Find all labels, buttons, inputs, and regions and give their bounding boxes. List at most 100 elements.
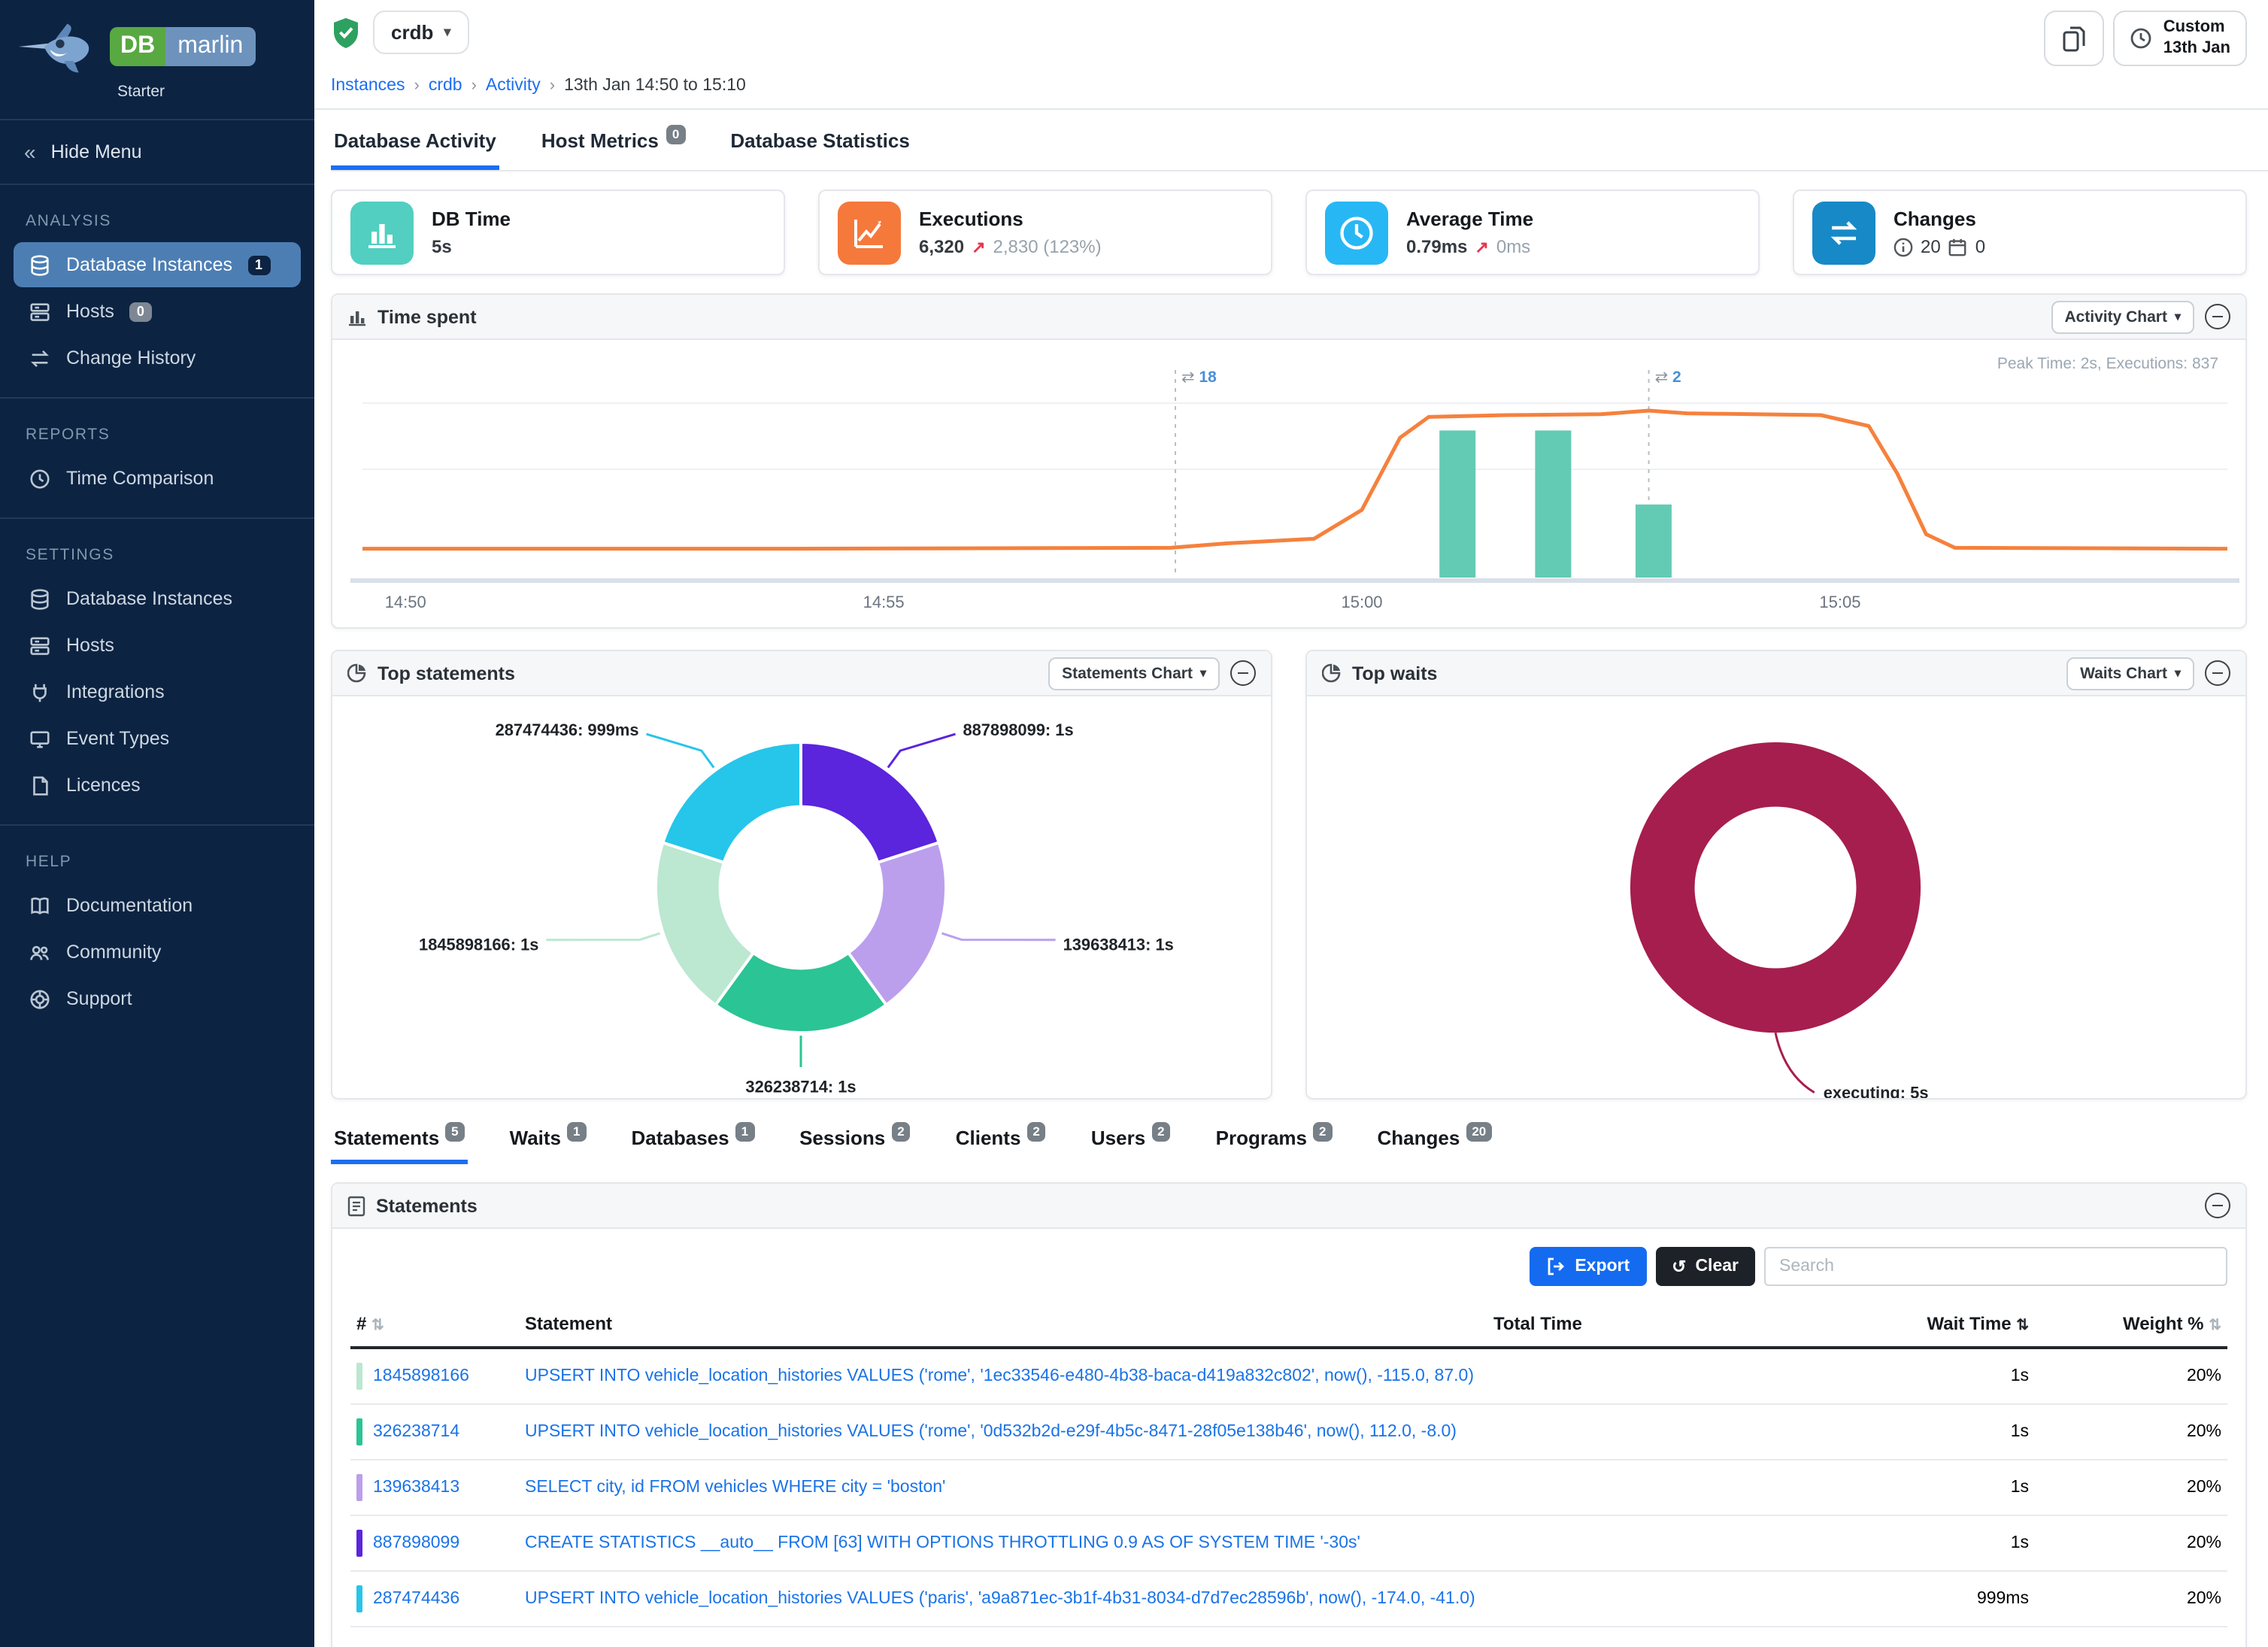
kpi-card-db-time[interactable]: DB Time 5s: [331, 190, 785, 275]
detail-tab-databases[interactable]: Databases 1: [629, 1124, 758, 1164]
tab-database-activity[interactable]: Database Activity: [331, 125, 499, 170]
sidebar-item-documentation[interactable]: Documentation: [14, 883, 301, 928]
people-icon: [27, 940, 51, 964]
statements-title: Statements: [376, 1195, 478, 1216]
top-statements-title: Top statements: [377, 663, 515, 684]
svg-text:14:55: 14:55: [863, 593, 905, 611]
sidebar-section-reports: REPORTS Time Comparison: [0, 397, 314, 517]
sidebar-item-label: Hosts: [66, 301, 114, 322]
col-id[interactable]: # ⇅: [350, 1301, 519, 1348]
weight-value: 20%: [2035, 1460, 2227, 1515]
hide-menu-button[interactable]: « Hide Menu: [0, 119, 314, 185]
breadcrumb: Instances›crdb›Activity›13th Jan 14:50 t…: [331, 77, 2247, 95]
detail-tab-programs[interactable]: Programs 2: [1213, 1124, 1336, 1164]
time-spent-chart[interactable]: ⇄ 18⇄ 214:5014:5515:0015:05: [341, 349, 2236, 624]
sidebar-item-label: Documentation: [66, 895, 193, 916]
kpi-card-changes[interactable]: Changes 20 0: [1793, 190, 2247, 275]
sidebar-item-database-instances[interactable]: Database Instances: [14, 576, 301, 621]
sidebar-item-hosts[interactable]: Hosts 0: [14, 289, 301, 334]
sort-icon[interactable]: ⇅: [371, 1318, 384, 1334]
col-wait-time[interactable]: Wait Time ⇅: [1806, 1301, 2035, 1348]
detail-tab-changes[interactable]: Changes 20: [1375, 1124, 1496, 1164]
breadcrumb-link[interactable]: Instances: [331, 77, 405, 95]
delta-up-icon: ↗: [1475, 237, 1488, 256]
statement-link[interactable]: SELECT city, id FROM vehicles WHERE city…: [525, 1479, 1481, 1497]
statement-id-link[interactable]: 139638413: [373, 1479, 459, 1497]
statement-link[interactable]: CREATE STATISTICS __auto__ FROM [63] WIT…: [525, 1534, 1481, 1552]
sidebar-section-label: SETTINGS: [26, 546, 289, 564]
collapse-panel-button[interactable]: [2205, 1193, 2230, 1218]
search-input[interactable]: [1764, 1247, 2227, 1286]
detail-tab-statements[interactable]: Statements 5: [331, 1124, 468, 1164]
bar-chart-icon: [350, 201, 414, 264]
line-chart-icon: [838, 201, 901, 264]
statement-id-link[interactable]: 887898099: [373, 1534, 459, 1552]
export-button[interactable]: Export: [1530, 1247, 1646, 1286]
kpi-card-executions[interactable]: Executions 6,320↗2,830 (123%): [818, 190, 1272, 275]
collapse-panel-button[interactable]: [2205, 304, 2230, 329]
time-range-mode: Custom: [2163, 19, 2230, 38]
kpi-delta: 0ms: [1496, 236, 1530, 257]
statement-color-bar: [356, 1474, 362, 1501]
statements-chart-dropdown[interactable]: Statements Chart ▾: [1048, 657, 1220, 690]
sidebar-item-licences[interactable]: Licences: [14, 763, 301, 808]
sidebar-item-time-comparison[interactable]: Time Comparison: [14, 456, 301, 501]
copy-button[interactable]: [2045, 11, 2105, 66]
sidebar-item-support[interactable]: Support: [14, 976, 301, 1021]
sidebar-item-label: Database Instances: [66, 588, 232, 609]
chevron-down-icon: ▾: [2175, 310, 2181, 323]
kpi-card-average-time[interactable]: Average Time 0.79ms↗0ms: [1305, 190, 1760, 275]
col-total-time[interactable]: Total Time: [1487, 1301, 1806, 1348]
sidebar-item-database-instances[interactable]: Database Instances 1: [14, 242, 301, 287]
col-statement[interactable]: Statement: [519, 1301, 1487, 1348]
detail-tab-users[interactable]: Users 2: [1088, 1124, 1174, 1164]
statement-id-link[interactable]: 1845898166: [373, 1367, 469, 1385]
breadcrumb-link[interactable]: crdb: [429, 77, 462, 95]
svg-text:326238714: 1s: 326238714: 1s: [745, 1078, 856, 1096]
clear-button[interactable]: ↺ Clear: [1655, 1247, 1755, 1286]
top-statements-donut[interactable]: 887898099: 1s139638413: 1s326238714: 1s1…: [332, 696, 1271, 1098]
statement-link[interactable]: UPSERT INTO vehicle_location_histories V…: [525, 1423, 1481, 1441]
kpi-title: Average Time: [1406, 208, 1533, 230]
collapse-panel-button[interactable]: [1230, 660, 1256, 686]
detail-tab-sessions[interactable]: Sessions 2: [796, 1124, 914, 1164]
statement-link[interactable]: UPSERT INTO vehicle_location_histories V…: [525, 1590, 1481, 1608]
svg-text:⇄ 18: ⇄ 18: [1181, 369, 1217, 386]
statement-link[interactable]: UPSERT INTO vehicle_location_histories V…: [525, 1367, 1481, 1385]
statements-panel: Statements Export ↺ Clear: [331, 1182, 2247, 1647]
tab-database-statistics[interactable]: Database Statistics: [727, 125, 912, 170]
waits-chart-dropdown[interactable]: Waits Chart ▾: [2066, 657, 2194, 690]
statement-id-link[interactable]: 326238714: [373, 1423, 459, 1441]
time-range-button[interactable]: Custom 13th Jan: [2114, 11, 2247, 66]
breadcrumb-separator: ›: [550, 77, 555, 95]
plan-label: Starter: [117, 83, 299, 101]
hosts-icon: [27, 299, 51, 323]
detail-tab-badge: 2: [891, 1122, 910, 1142]
detail-tab-waits[interactable]: Waits 1: [507, 1124, 590, 1164]
licence-icon: [27, 773, 51, 797]
detail-tab-clients[interactable]: Clients 2: [953, 1124, 1049, 1164]
sidebar-item-community[interactable]: Community: [14, 930, 301, 975]
sidebar-item-change-history[interactable]: Change History: [14, 335, 301, 381]
sort-icon[interactable]: ⇅: [2209, 1318, 2221, 1334]
col-weight[interactable]: Weight % ⇅: [2035, 1301, 2227, 1348]
breadcrumb-link[interactable]: Activity: [486, 77, 541, 95]
tab-host-metrics[interactable]: Host Metrics 0: [538, 125, 689, 170]
sidebar-item-hosts[interactable]: Hosts: [14, 623, 301, 668]
activity-chart-dropdown[interactable]: Activity Chart ▾: [2051, 300, 2194, 333]
brand-marlin: marlin: [165, 27, 255, 66]
sidebar-section-label: REPORTS: [26, 426, 289, 444]
marlin-fish-logo-icon: [15, 15, 102, 78]
top-waits-donut[interactable]: executing: 5s: [1307, 696, 2245, 1098]
collapse-panel-button[interactable]: [2205, 660, 2230, 686]
sort-icon-active[interactable]: ⇅: [2016, 1318, 2029, 1334]
svg-text:14:50: 14:50: [385, 593, 426, 611]
delta-up-icon: ↗: [972, 237, 985, 256]
sidebar: DB marlin Starter « Hide Menu ANALYSIS D…: [0, 0, 314, 1647]
sidebar-item-integrations[interactable]: Integrations: [14, 669, 301, 714]
chevron-down-icon: ▾: [2175, 666, 2181, 680]
bar-chart-icon: [347, 307, 367, 326]
instance-selector[interactable]: crdb ▾: [373, 11, 468, 54]
sidebar-item-event-types[interactable]: Event Types: [14, 716, 301, 761]
statement-id-link[interactable]: 287474436: [373, 1590, 459, 1608]
